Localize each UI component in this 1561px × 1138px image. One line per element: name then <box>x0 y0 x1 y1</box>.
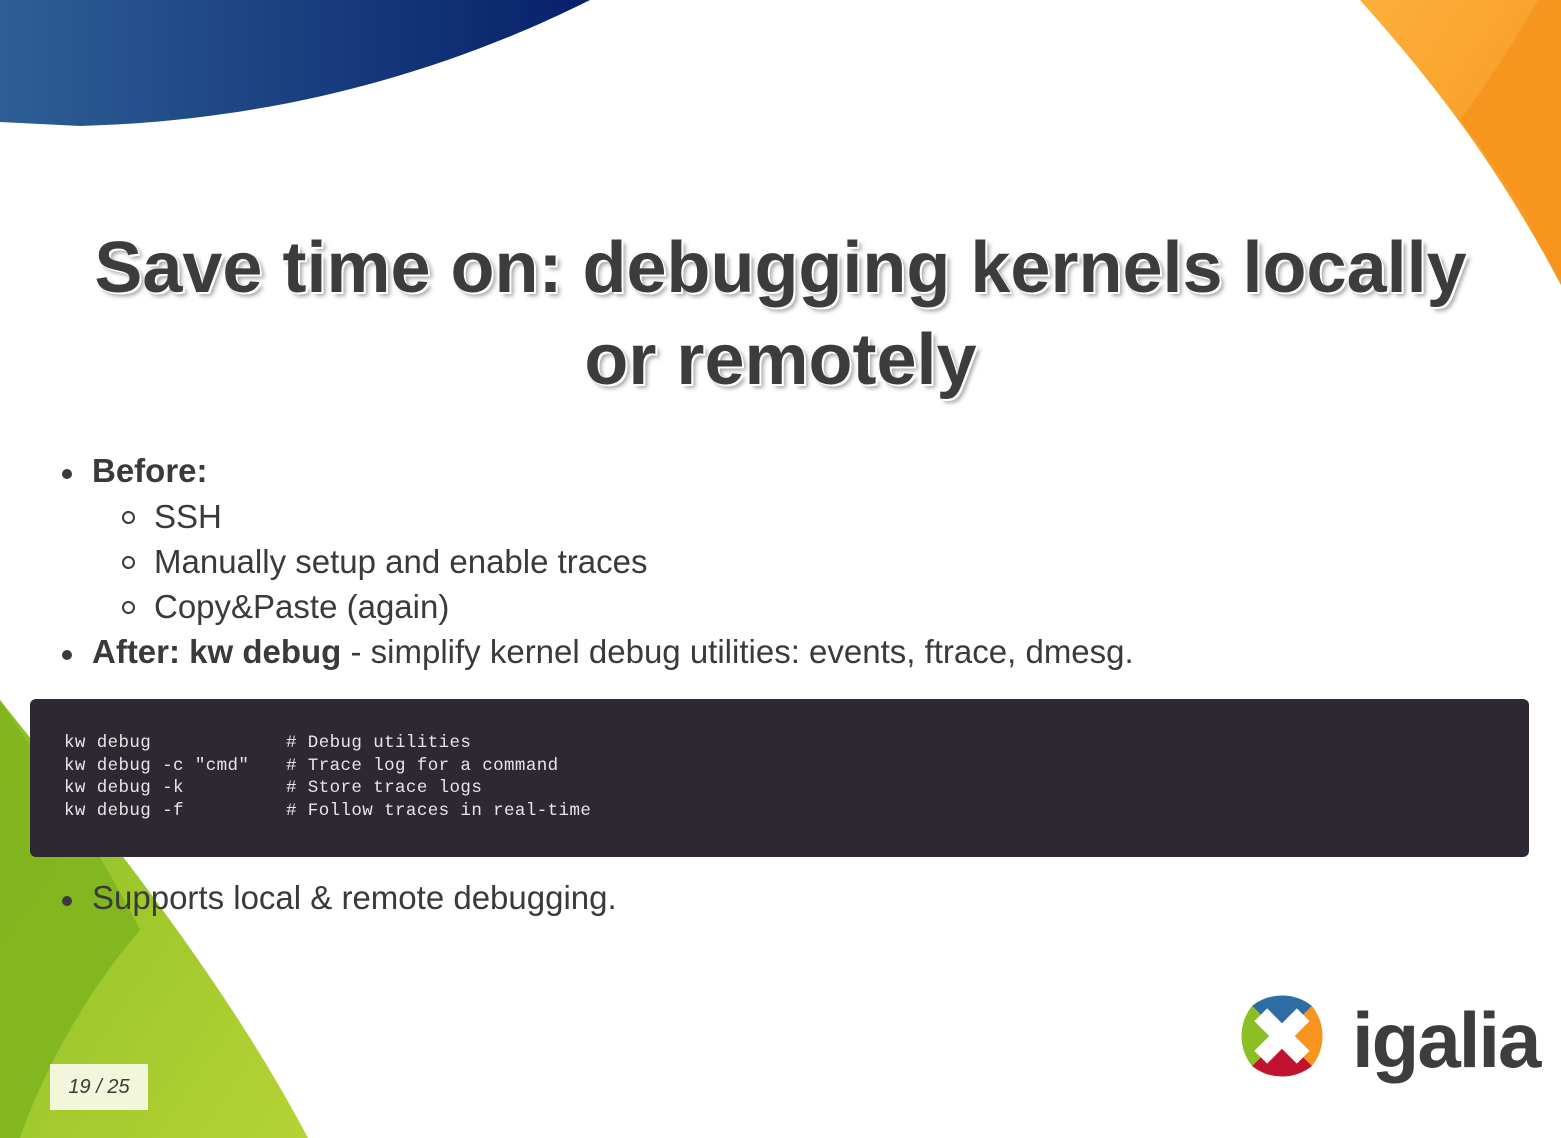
list-item: Manually setup and enable traces <box>122 539 1532 584</box>
list-item: SSH <box>122 494 1532 539</box>
code-command: kw debug -c "cmd" <box>64 755 250 776</box>
code-command: kw debug -f <box>64 800 184 821</box>
code-comment: # Debug utilities <box>286 733 472 753</box>
list-item: Copy&Paste (again) <box>122 584 1532 629</box>
code-command: kw debug -k <box>64 778 184 798</box>
list-item-before: Before: SSH Manually setup and enable tr… <box>62 448 1532 629</box>
before-label: Before: <box>92 452 208 489</box>
after-description: - simplify kernel debug utilities: event… <box>341 633 1134 670</box>
code-line: kw debug # Debug utilities <box>64 732 1495 755</box>
page-indicator: 19 / 25 <box>50 1064 148 1110</box>
slide-title: Save time on: debugging kernels locally … <box>0 222 1561 406</box>
code-line: kw debug -f # Follow traces in real-time <box>64 800 1495 823</box>
igalia-logo-text: igalia <box>1352 996 1541 1084</box>
blue-banner-shape <box>0 0 590 126</box>
before-sub-list: SSH Manually setup and enable traces Cop… <box>92 494 1532 629</box>
code-command: kw debug <box>64 733 152 753</box>
code-block: kw debug # Debug utilities kw debug -c "cm… <box>30 699 1529 857</box>
list-item-after: After: kw debug - simplify kernel debug … <box>62 629 1532 675</box>
list-item-final: Supports local & remote debugging. <box>62 875 1532 921</box>
after-label: After: kw debug <box>92 633 342 670</box>
slide-title-line-1: Save time on: debugging kernels locally <box>94 228 1467 308</box>
bullet-list-after-code: Supports local & remote debugging. <box>62 875 1532 921</box>
code-comment: # Store trace logs <box>286 778 483 798</box>
code-comment: # Trace log for a command <box>286 755 559 776</box>
code-line: kw debug -c "cmd" # Trace log for a comma… <box>64 755 1495 778</box>
code-line: kw debug -k # Store trace logs <box>64 777 1495 800</box>
code-comment: # Follow traces in real-time <box>286 800 592 821</box>
slide-title-line-2: or remotely <box>584 320 977 400</box>
bullet-list: Before: SSH Manually setup and enable tr… <box>62 448 1532 675</box>
